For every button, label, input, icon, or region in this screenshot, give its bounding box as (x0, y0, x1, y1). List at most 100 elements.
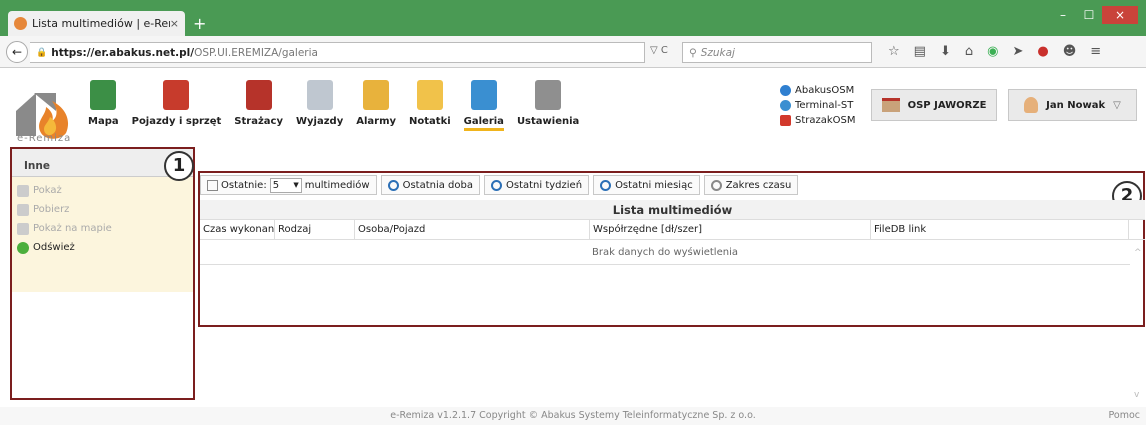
notes-icon (416, 80, 443, 110)
column-header-filedb[interactable]: FileDB link (871, 220, 1129, 239)
link-label: StrazakOSM (795, 115, 856, 126)
user-menu-button[interactable]: Jan Nowak ▽ (1008, 89, 1137, 121)
logo-text: e-Remiza (17, 133, 72, 144)
vertical-scrollbar[interactable]: ^ v (1131, 240, 1145, 403)
menu-icon[interactable]: ≡ (1090, 44, 1101, 59)
filter-toolbar: Ostatnie: 5 ▼ multimediów Ostatnia doba … (200, 175, 799, 197)
fire-truck-icon (163, 80, 190, 110)
link-terminal-st[interactable]: Terminal-ST (780, 98, 856, 113)
chevron-down-icon: ▼ (293, 181, 299, 189)
strazakosm-icon (780, 115, 791, 126)
sidebar-item-label: Odśwież (33, 242, 75, 253)
search-icon: ⚲ (689, 46, 697, 59)
menu-item-notatki[interactable]: Notatki (409, 80, 451, 131)
search-input[interactable]: ⚲ Szukaj (682, 42, 872, 63)
button-label: Ostatni miesiąc (615, 179, 693, 191)
menu-item-galeria[interactable]: Galeria (463, 80, 504, 131)
adblock-icon[interactable]: ● (1037, 44, 1048, 59)
scroll-down-icon[interactable]: v (1134, 390, 1139, 400)
clock-icon (710, 179, 722, 191)
home-icon[interactable]: ⌂ (965, 44, 973, 59)
copyright-text: e-Remiza v1.2.1.7 Copyright © Abakus Sys… (390, 410, 756, 421)
sidebar-item-pobierz[interactable]: Pobierz (12, 200, 193, 219)
column-header-czas[interactable]: Czas wykonania (200, 220, 275, 239)
reload-icon[interactable]: ▽ C (650, 45, 668, 56)
sidebar-item-label: Pokaż na mapie (33, 223, 112, 234)
link-label: AbakusOSM (795, 85, 855, 96)
address-bar[interactable]: 🔒 https://er.abakus.net.pl/ OSP.UI.EREMI… (30, 42, 645, 63)
sidebar-item-pokaz[interactable]: Pokaż (12, 181, 193, 200)
browser-tab[interactable]: Lista multimediów | e-Rem... × (8, 11, 185, 36)
external-links: AbakusOSM Terminal-ST StrazakOSM (780, 83, 856, 128)
last-day-button[interactable]: Ostatnia doba (380, 175, 480, 195)
url-path: OSP.UI.EREMIZA/galeria (194, 46, 318, 59)
last-week-button[interactable]: Ostatni tydzień (484, 175, 590, 195)
send-icon[interactable]: ➤ (1012, 44, 1023, 59)
document-icon (306, 80, 333, 110)
column-header-osoba[interactable]: Osoba/Pojazd (355, 220, 590, 239)
menu-item-alarmy[interactable]: Alarmy (356, 80, 396, 131)
tab-close-icon[interactable]: × (170, 17, 179, 30)
chevron-down-icon: ▽ (1113, 99, 1121, 111)
new-tab-button[interactable]: + (193, 14, 206, 33)
download-icon[interactable]: ⬇ (940, 44, 951, 59)
menu-item-wyjazdy[interactable]: Wyjazdy (296, 80, 343, 131)
lock-icon: 🔒 (36, 47, 48, 58)
menu-label: Alarmy (356, 116, 397, 127)
grid-title: Lista multimediów (200, 200, 1145, 220)
menu-item-ustawienia[interactable]: Ustawienia (517, 80, 579, 131)
menu-item-mapa[interactable]: Mapa (88, 80, 119, 131)
menu-item-pojazdy[interactable]: Pojazdy i sprzęt (132, 80, 221, 131)
gallery-icon (470, 80, 497, 110)
menu-label: Mapa (88, 116, 119, 127)
maximize-button[interactable]: ☐ (1076, 6, 1102, 24)
download-icon (17, 203, 29, 216)
menu-item-strazacy[interactable]: Strażacy (234, 80, 283, 131)
menu-label: Strażacy (234, 116, 283, 127)
sidebar: Inne Pokaż Pobierz Pokaż na mapie Odświe… (10, 147, 195, 400)
refresh-icon (17, 241, 29, 254)
bell-icon (363, 80, 390, 110)
browser-toolbar: ☆ ▤ ⬇ ⌂ ◉ ➤ ● ☻ ≡ (888, 44, 1101, 59)
search-placeholder: Szukaj (700, 46, 735, 59)
link-abakusosm[interactable]: AbakusOSM (780, 83, 856, 98)
button-label: Zakres czasu (725, 179, 792, 191)
help-link[interactable]: Pomoc (1109, 407, 1141, 425)
sidebar-item-pokaz-na-mapie[interactable]: Pokaż na mapie (12, 219, 193, 238)
station-icon (881, 98, 900, 112)
last-month-button[interactable]: Ostatni miesiąc (593, 175, 700, 195)
view-icon (17, 184, 29, 197)
reading-list-icon[interactable]: ▤ (914, 44, 926, 59)
link-strazakosm[interactable]: StrazakOSM (780, 113, 856, 128)
sidebar-item-odswiez[interactable]: Odśwież (12, 238, 193, 257)
sidebar-item-label: Pobierz (33, 204, 70, 215)
column-header-rodzaj[interactable]: Rodzaj (275, 220, 355, 239)
close-window-button[interactable]: × (1102, 6, 1138, 24)
abakusosm-icon (780, 85, 791, 96)
link-label: Terminal-ST (795, 100, 854, 111)
calendar-icon (207, 179, 218, 191)
minimize-button[interactable]: – (1050, 6, 1076, 24)
menu-label: Galeria (463, 116, 504, 131)
date-range-button[interactable]: Zakres czasu (703, 175, 799, 195)
e-remiza-logo (16, 93, 69, 139)
chat-icon[interactable]: ☻ (1063, 44, 1077, 59)
menu-label: Notatki (409, 116, 451, 127)
navigation-bar: ← 🔒 https://er.abakus.net.pl/ OSP.UI.ERE… (0, 36, 1146, 68)
button-label: Ostatnia doba (402, 179, 473, 191)
osp-unit-button[interactable]: OSP JAWORZE (871, 89, 997, 121)
browser-tab-strip: Lista multimediów | e-Rem... × + – ☐ × (0, 0, 1146, 36)
last-label: Ostatnie: (221, 179, 267, 191)
back-button[interactable]: ← (6, 41, 28, 63)
osp-button-label: OSP JAWORZE (907, 99, 987, 111)
bookmark-star-icon[interactable]: ☆ (888, 44, 900, 59)
terminal-icon (780, 100, 791, 111)
column-header-wspolrzedne[interactable]: Współrzędne [dł/szer] (590, 220, 871, 239)
scroll-up-icon[interactable]: ^ (1134, 248, 1142, 258)
sidebar-actions: Pokaż Pobierz Pokaż na mapie Odśwież (12, 177, 193, 292)
menu-label: Ustawienia (516, 116, 580, 127)
extension-icon[interactable]: ◉ (987, 44, 998, 59)
last-count-select[interactable]: 5 ▼ (269, 177, 302, 193)
menu-label: Wyjazdy (295, 116, 344, 127)
clock-icon (387, 179, 399, 191)
